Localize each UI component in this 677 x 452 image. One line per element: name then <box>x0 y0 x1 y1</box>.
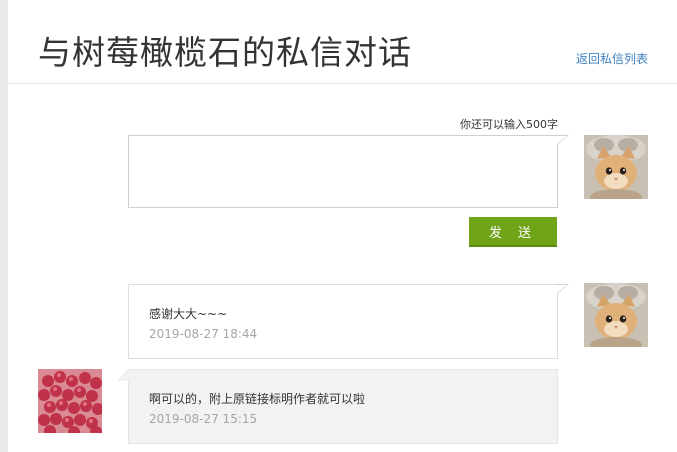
message-text: 啊可以的，附上原链接标明作者就可以啦 <box>149 392 366 406</box>
message-text: 感谢大大~~~ <box>149 307 228 321</box>
message-bubble-outgoing: 感谢大大~~~ 2019-08-27 18:44 <box>128 284 558 359</box>
my-avatar[interactable] <box>584 135 648 199</box>
back-to-messages-link[interactable]: 返回私信列表 <box>576 50 648 67</box>
message-bubble-incoming: 啊可以的，附上原链接标明作者就可以啦 2019-08-27 15:15 <box>128 369 558 444</box>
message-timestamp: 2019-08-27 15:15 <box>149 412 258 426</box>
left-edge-strip <box>0 0 8 452</box>
message-input[interactable] <box>129 136 557 207</box>
header-divider <box>8 83 677 84</box>
kitten-avatar-icon <box>584 283 648 347</box>
send-button[interactable]: 发 送 <box>469 217 557 247</box>
page-title: 与树莓橄榄石的私信对话 <box>38 33 412 72</box>
message-composer <box>128 135 558 208</box>
message-timestamp: 2019-08-27 18:44 <box>149 327 258 341</box>
remaining-characters: 你还可以输入500字 <box>460 118 558 131</box>
sender-avatar[interactable] <box>38 369 102 433</box>
kitten-avatar-icon <box>584 135 648 199</box>
raspberry-avatar-icon <box>38 369 102 433</box>
my-avatar[interactable] <box>584 283 648 347</box>
